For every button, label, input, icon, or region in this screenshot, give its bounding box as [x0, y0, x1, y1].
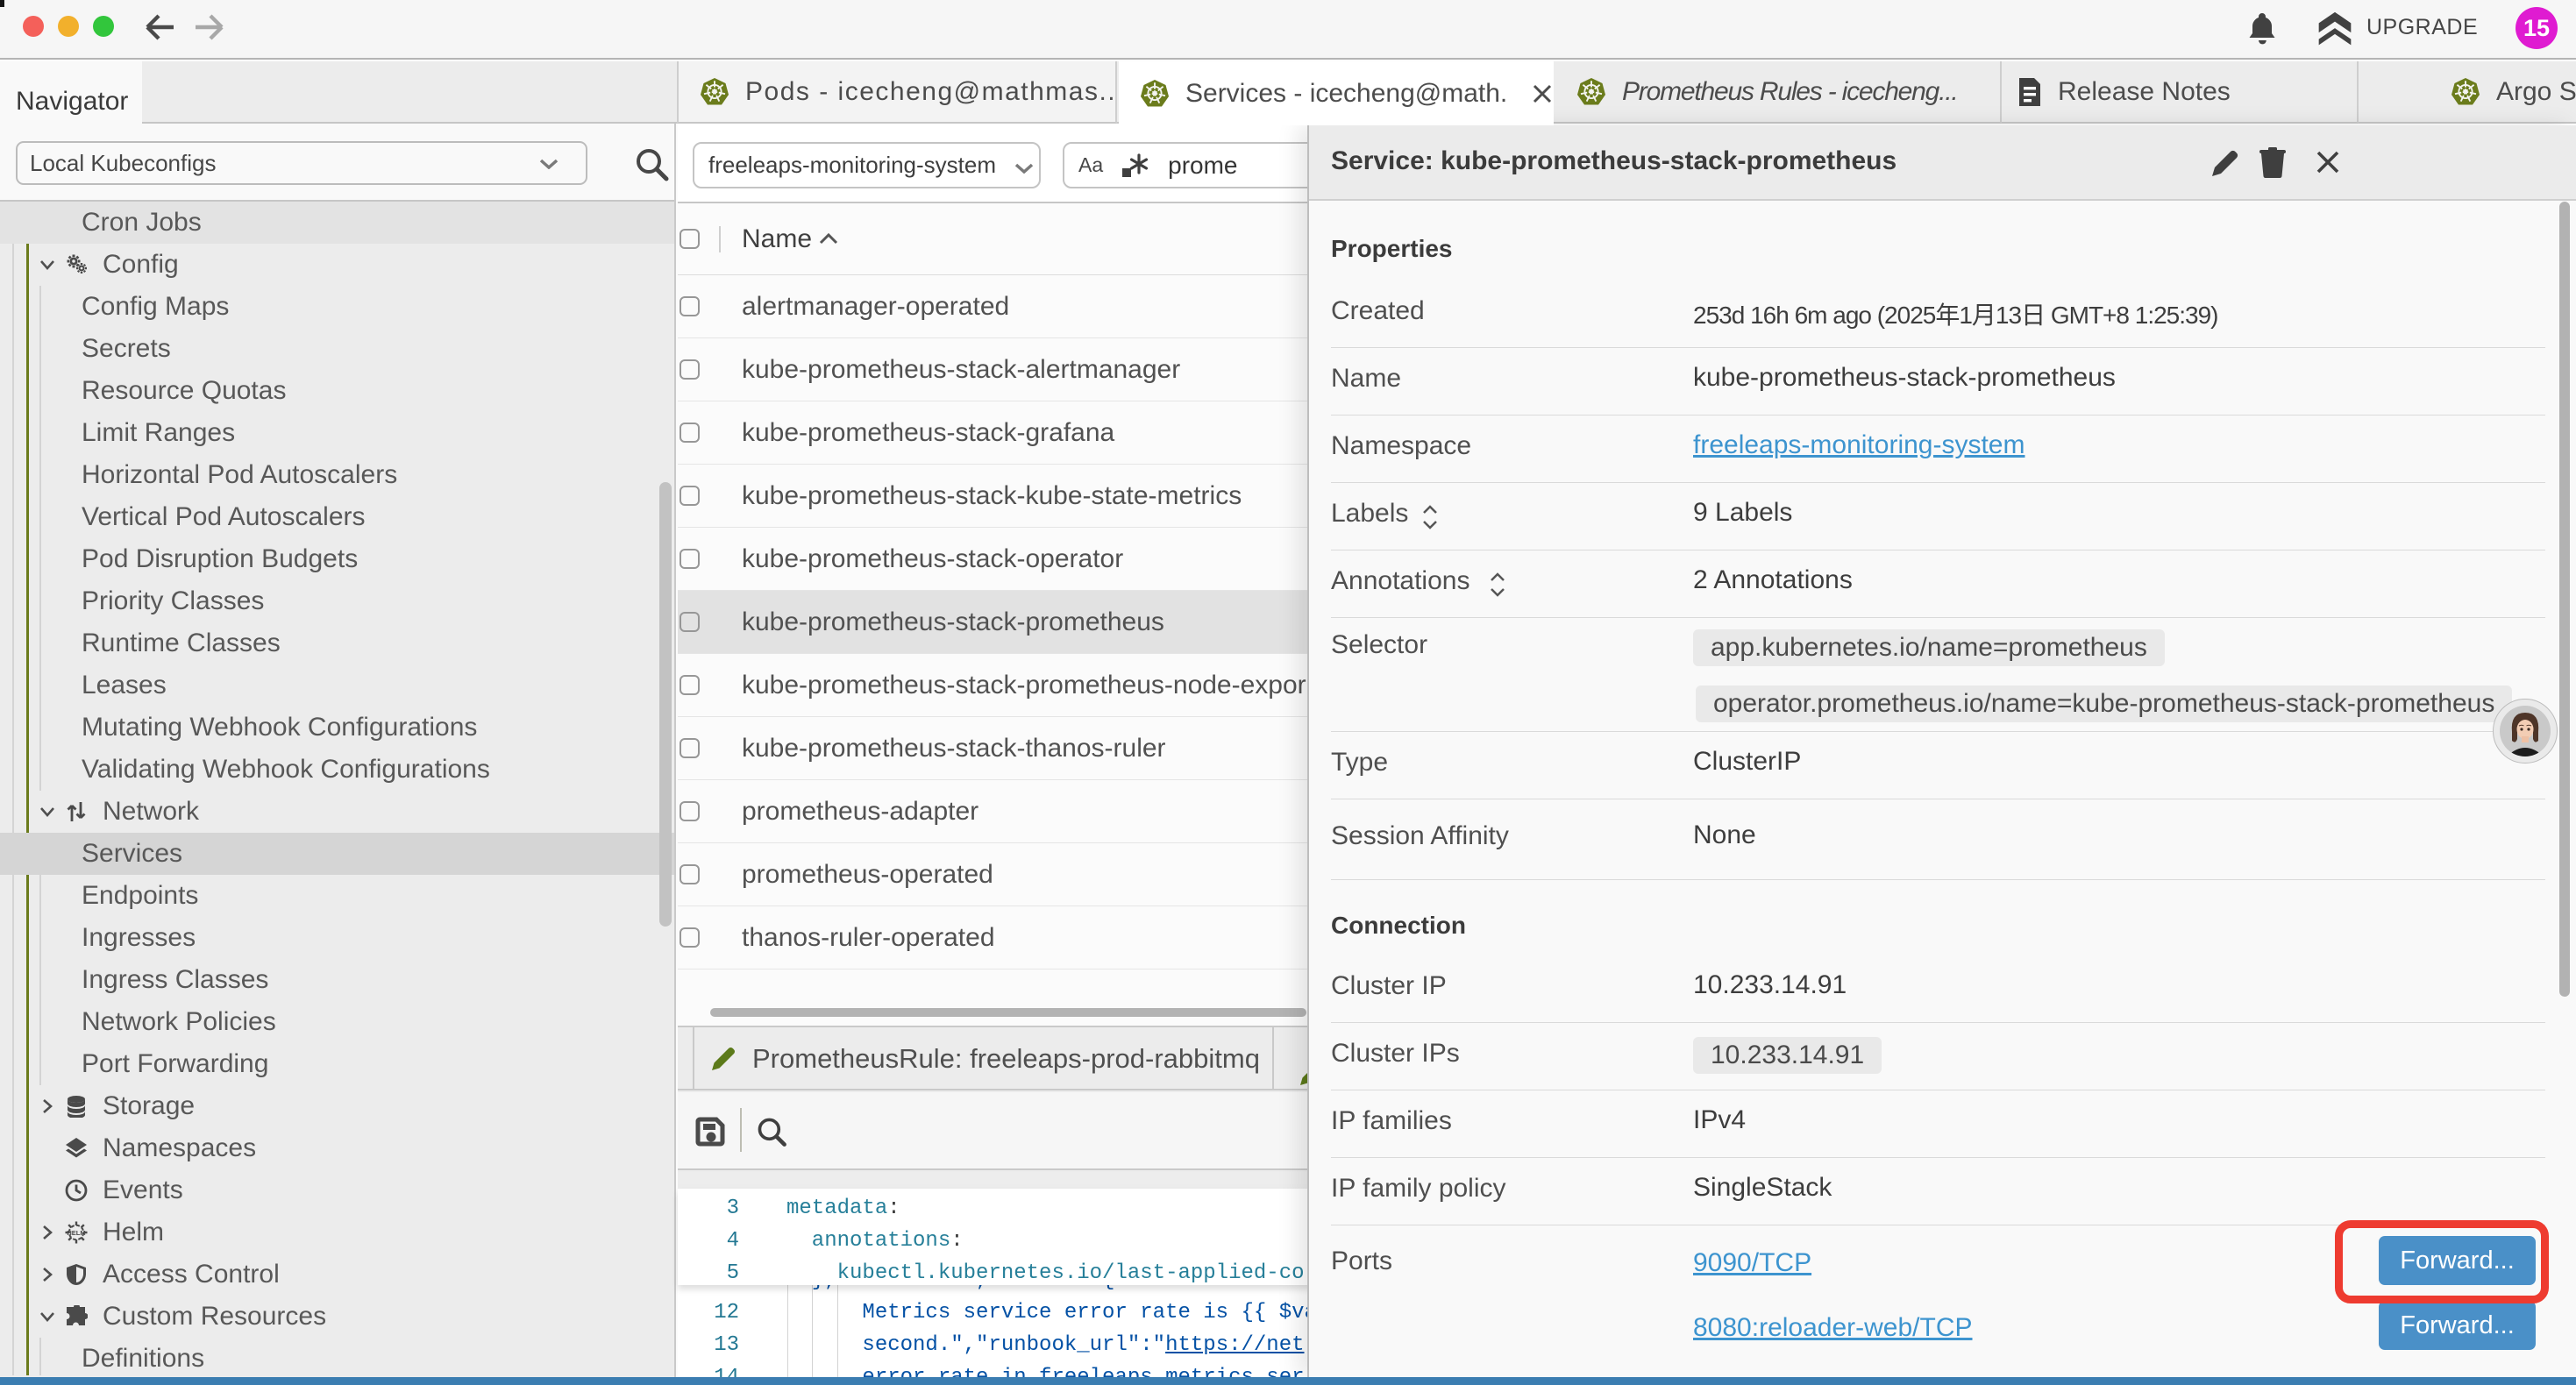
svg-text:HELM: HELM [67, 1229, 85, 1237]
